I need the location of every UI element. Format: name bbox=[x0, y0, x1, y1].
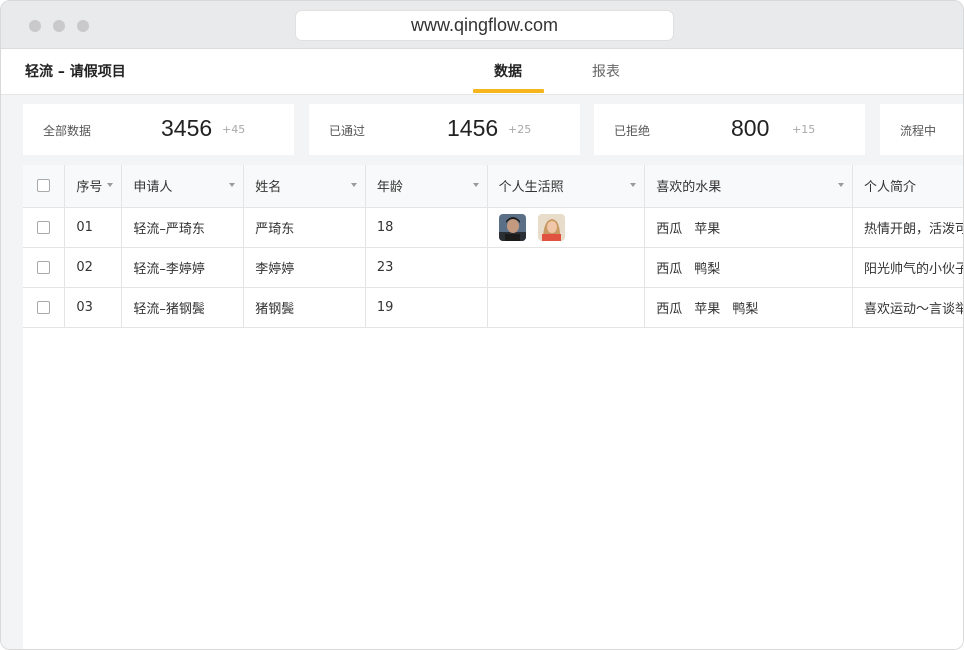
photo-woman[interactable] bbox=[537, 213, 565, 241]
row-checkbox[interactable] bbox=[37, 300, 51, 314]
row-select-cell[interactable] bbox=[23, 287, 66, 328]
app-header: 轻流 – 请假项目 数据 报表 bbox=[1, 49, 963, 95]
column-header-label: 个人生活照 bbox=[498, 180, 564, 196]
data-table: 序号 申请人 姓名 年龄 个人生活照 喜欢的水果 个人简介 01 轻流–严琦东 bbox=[23, 165, 963, 328]
column-header-label: 姓名 bbox=[255, 180, 282, 196]
stat-label: 已拒绝 bbox=[614, 124, 651, 138]
browser-window: www.qingflow.com 轻流 – 请假项目 数据 报表 全部数据 34… bbox=[0, 0, 964, 650]
column-header-photos[interactable]: 个人生活照 bbox=[487, 165, 646, 208]
cell-bio: 热情开朗，活泼可 bbox=[852, 207, 963, 248]
fruit-tag: 苹果 bbox=[694, 221, 721, 237]
column-header-name[interactable]: 姓名 bbox=[243, 165, 366, 208]
table-row[interactable]: 03 轻流–猪钢鬓 猪钢鬓 19 西瓜 苹果 鸭梨 喜欢运动～言谈举 bbox=[23, 287, 963, 328]
table-row[interactable]: 01 轻流–严琦东 严琦东 18 西瓜 苹果 热情开朗，活泼可 bbox=[23, 207, 963, 248]
cell-fruits: 西瓜 苹果 鸭梨 bbox=[644, 287, 853, 328]
select-all-cell[interactable] bbox=[23, 165, 66, 208]
cell-no: 02 bbox=[64, 247, 123, 288]
tab-data[interactable]: 数据 bbox=[494, 61, 522, 81]
column-header-age[interactable]: 年龄 bbox=[365, 165, 488, 208]
tab-reports[interactable]: 报表 bbox=[592, 61, 620, 81]
cell-age: 23 bbox=[365, 247, 488, 288]
column-header-label: 年龄 bbox=[376, 180, 403, 196]
column-header-label: 申请人 bbox=[133, 180, 173, 196]
table-header-row: 序号 申请人 姓名 年龄 个人生活照 喜欢的水果 个人简介 bbox=[23, 165, 963, 208]
sort-caret-icon[interactable] bbox=[837, 183, 844, 187]
sort-caret-icon[interactable] bbox=[350, 183, 357, 187]
fruit-tag: 西瓜 bbox=[656, 261, 683, 277]
stat-card-approved[interactable]: 已通过 1456 +25 bbox=[309, 104, 580, 155]
browser-titlebar: www.qingflow.com bbox=[1, 1, 963, 49]
stat-value: 1456 bbox=[447, 115, 499, 141]
cell-no: 03 bbox=[64, 287, 123, 328]
sort-caret-icon[interactable] bbox=[229, 183, 236, 187]
window-minimize-dot[interactable] bbox=[53, 20, 65, 32]
cell-bio: 喜欢运动～言谈举 bbox=[852, 287, 963, 328]
stat-delta: +25 bbox=[508, 123, 532, 136]
fruit-tag: 西瓜 bbox=[656, 301, 683, 317]
main-content: 全部数据 3456 +45 已通过 1456 +25 已拒绝 800 +15 流… bbox=[1, 95, 963, 649]
stat-label: 已通过 bbox=[329, 124, 366, 138]
column-header-label: 喜欢的水果 bbox=[656, 180, 722, 196]
column-header-label: 序号 bbox=[76, 180, 103, 196]
cell-fruits: 西瓜 苹果 bbox=[644, 207, 853, 248]
row-checkbox[interactable] bbox=[37, 220, 51, 234]
cell-name: 猪钢鬓 bbox=[243, 287, 366, 328]
fruit-tag: 苹果 bbox=[694, 301, 721, 317]
column-header-fruits[interactable]: 喜欢的水果 bbox=[644, 165, 853, 208]
row-checkbox[interactable] bbox=[37, 260, 51, 274]
stat-card-in-progress[interactable]: 流程中 bbox=[880, 104, 963, 155]
window-zoom-dot[interactable] bbox=[77, 20, 89, 32]
cell-age: 19 bbox=[365, 287, 488, 328]
cell-applicant: 轻流–李婷婷 bbox=[121, 247, 245, 288]
cell-photos bbox=[487, 207, 646, 248]
column-header-no[interactable]: 序号 bbox=[64, 165, 123, 208]
fruit-tag: 鸭梨 bbox=[732, 301, 759, 317]
stat-card-all[interactable]: 全部数据 3456 +45 bbox=[23, 104, 294, 155]
stat-delta: +45 bbox=[222, 123, 246, 136]
stat-value: 800 bbox=[731, 115, 770, 141]
fruit-tag: 西瓜 bbox=[656, 221, 683, 237]
address-bar[interactable]: www.qingflow.com bbox=[296, 11, 673, 40]
select-all-checkbox[interactable] bbox=[37, 179, 51, 193]
column-header-label: 个人简介 bbox=[863, 180, 916, 196]
data-table-panel: 序号 申请人 姓名 年龄 个人生活照 喜欢的水果 个人简介 01 轻流–严琦东 bbox=[23, 165, 963, 649]
photo-man[interactable] bbox=[498, 213, 526, 241]
sort-caret-icon[interactable] bbox=[630, 183, 637, 187]
window-close-dot[interactable] bbox=[29, 20, 41, 32]
row-select-cell[interactable] bbox=[23, 207, 66, 248]
cell-fruits: 西瓜 鸭梨 bbox=[644, 247, 853, 288]
sort-caret-icon[interactable] bbox=[472, 183, 479, 187]
column-header-bio[interactable]: 个人简介 bbox=[852, 165, 963, 208]
stat-label: 流程中 bbox=[900, 124, 937, 138]
app-title: 轻流 – 请假项目 bbox=[25, 64, 126, 80]
stat-delta: +15 bbox=[792, 123, 816, 136]
column-header-applicant[interactable]: 申请人 bbox=[121, 165, 245, 208]
stat-value: 3456 bbox=[161, 115, 213, 141]
cell-name: 严琦东 bbox=[243, 207, 366, 248]
cell-applicant: 轻流–猪钢鬓 bbox=[121, 287, 245, 328]
cell-name: 李婷婷 bbox=[243, 247, 366, 288]
fruit-tag: 鸭梨 bbox=[694, 261, 721, 277]
cell-photos bbox=[487, 287, 646, 328]
cell-applicant: 轻流–严琦东 bbox=[121, 207, 245, 248]
sort-caret-icon[interactable] bbox=[107, 183, 114, 187]
cell-age: 18 bbox=[365, 207, 488, 248]
table-row[interactable]: 02 轻流–李婷婷 李婷婷 23 西瓜 鸭梨 阳光帅气的小伙子 bbox=[23, 247, 963, 288]
stat-label: 全部数据 bbox=[43, 124, 92, 138]
stat-card-rejected[interactable]: 已拒绝 800 +15 bbox=[594, 104, 865, 155]
row-select-cell[interactable] bbox=[23, 247, 66, 288]
cell-photos bbox=[487, 247, 646, 288]
active-tab-indicator bbox=[473, 89, 544, 93]
cell-bio: 阳光帅气的小伙子 bbox=[852, 247, 963, 288]
cell-no: 01 bbox=[64, 207, 123, 248]
